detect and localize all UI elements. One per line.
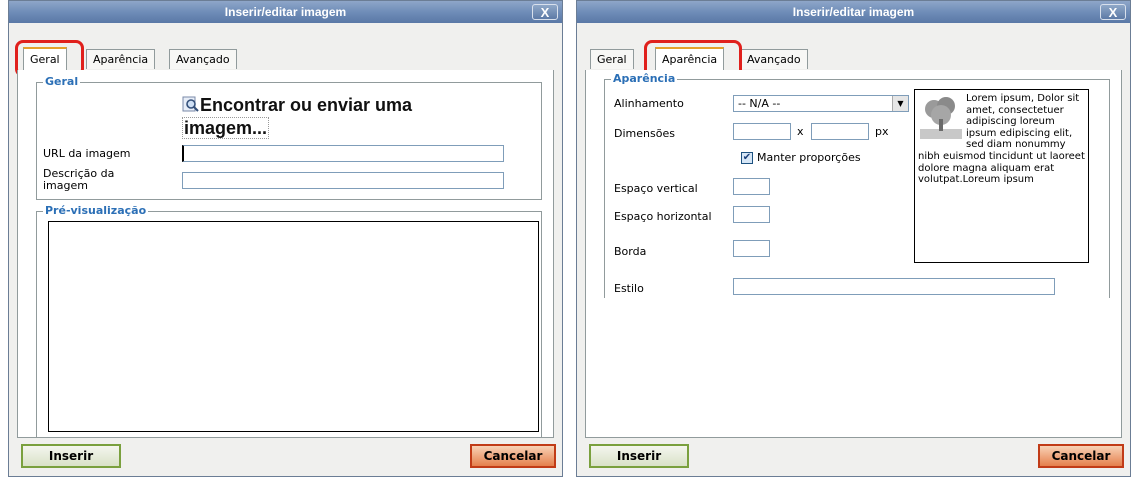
image-dialog-appearance: Inserir/editar imagem X Geral Aparência … [576, 0, 1131, 477]
dialog-titlebar[interactable]: Inserir/editar imagem X [577, 1, 1130, 23]
dimension-separator: x [797, 125, 804, 138]
align-select[interactable]: -- N/A -- ▼ [733, 95, 909, 112]
insert-button[interactable]: Inserir [21, 444, 121, 468]
general-fieldset: Geral Encontrar ou enviar uma imagem... … [36, 75, 542, 200]
close-icon[interactable]: X [532, 4, 558, 20]
appearance-fieldset: Aparência Alinhamento -- N/A -- ▼ Dimens… [604, 72, 1110, 298]
find-link-line2: imagem... [182, 117, 270, 139]
find-or-upload-link[interactable]: Encontrar ou enviar uma imagem... [182, 95, 412, 139]
tab-strip: Geral Aparência Avançado [17, 47, 554, 71]
keep-ratio-label: Manter proporções [757, 151, 861, 164]
cancel-button[interactable]: Cancelar [470, 444, 556, 468]
close-icon[interactable]: X [1100, 4, 1126, 20]
image-description-input[interactable] [182, 172, 504, 189]
url-label: URL da imagem [43, 147, 131, 160]
image-dialog-general: Inserir/editar imagem X Geral Aparência … [8, 0, 563, 477]
general-legend: Geral [43, 75, 81, 89]
width-input[interactable] [733, 123, 791, 140]
tab-geral[interactable]: Geral [590, 49, 634, 69]
tab-panel-geral: Geral Encontrar ou enviar uma imagem... … [17, 70, 554, 438]
dimensions-label: Dimensões [614, 127, 675, 140]
hspace-input[interactable] [733, 206, 770, 223]
border-input[interactable] [733, 240, 770, 257]
vspace-input[interactable] [733, 178, 770, 195]
tab-panel-aparencia: Aparência Alinhamento -- N/A -- ▼ Dimens… [585, 70, 1122, 438]
chevron-down-icon[interactable]: ▼ [892, 96, 908, 111]
vspace-label: Espaço vertical [614, 182, 698, 195]
hspace-label: Espaço horizontal [614, 210, 712, 223]
align-select-value: -- N/A -- [738, 97, 781, 110]
magnifier-icon [182, 96, 200, 118]
tree-image-icon [920, 95, 962, 143]
dialog-titlebar[interactable]: Inserir/editar imagem X [9, 1, 562, 23]
appearance-preview: Lorem ipsum, Dolor sit amet, consectetue… [914, 89, 1089, 263]
preview-area [48, 221, 539, 432]
dimension-unit: px [875, 125, 889, 138]
tab-aparencia[interactable]: Aparência [86, 49, 156, 69]
dialog-title: Inserir/editar imagem [792, 5, 915, 19]
find-link-line1: Encontrar ou enviar uma [200, 95, 413, 115]
preview-legend: Pré-visualização [43, 204, 149, 218]
tab-avancado[interactable]: Avançado [169, 49, 237, 69]
style-label: Estilo [614, 282, 644, 295]
appearance-legend: Aparência [611, 72, 678, 86]
height-input[interactable] [811, 123, 869, 140]
style-input[interactable] [733, 278, 1055, 295]
image-url-input[interactable] [182, 145, 504, 162]
insert-button[interactable]: Inserir [589, 444, 689, 468]
preview-fieldset: Pré-visualização [36, 204, 542, 438]
align-label: Alinhamento [614, 97, 684, 110]
desc-label-line2: imagem [43, 179, 88, 192]
tab-avancado[interactable]: Avançado [740, 49, 808, 69]
cancel-button[interactable]: Cancelar [1038, 444, 1124, 468]
border-label: Borda [614, 245, 647, 258]
keep-ratio-checkbox[interactable]: ✔ [741, 152, 753, 164]
dialog-title: Inserir/editar imagem [224, 5, 347, 19]
